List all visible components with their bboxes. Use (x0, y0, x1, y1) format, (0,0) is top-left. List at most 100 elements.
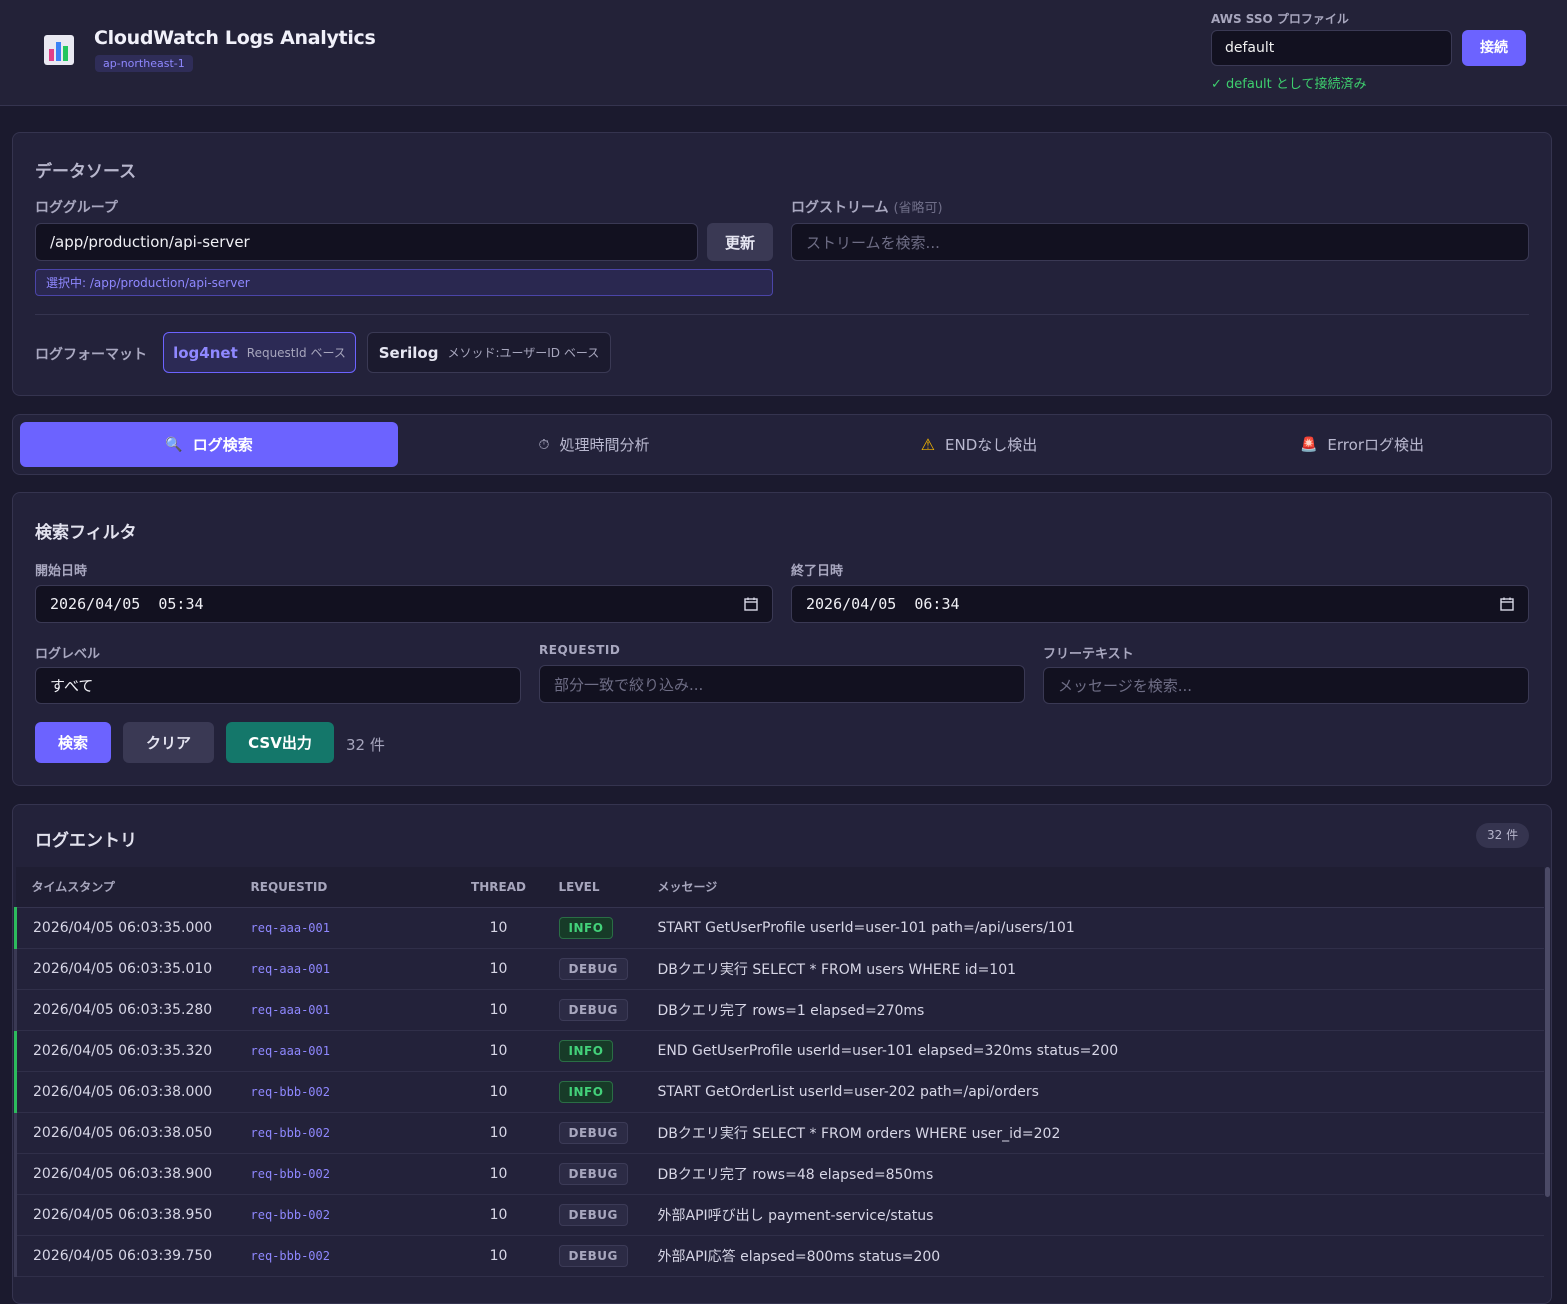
region-badge: ap-northeast-1 (95, 55, 193, 72)
level-badge: DEBUG (558, 1121, 628, 1144)
row-requestid[interactable]: req-bbb-002 (234, 1194, 455, 1236)
requestid-link[interactable]: req-aaa-001 (251, 962, 330, 976)
row-requestid[interactable]: req-aaa-001 (234, 948, 455, 990)
level-badge: INFO (558, 1039, 614, 1062)
row-thread: 10 (454, 1071, 543, 1113)
tab-error-log[interactable]: 🚨 Errorログ検出 (1173, 422, 1551, 467)
calendar-icon[interactable] (744, 597, 758, 611)
datasource-title: データソース (35, 162, 137, 182)
column-header-requestid[interactable]: REQUESTID (234, 867, 455, 908)
format-desc: RequestId ベース (246, 346, 346, 360)
row-thread: 10 (454, 1153, 543, 1195)
log-entries-count-badge: 32 件 (1476, 823, 1530, 848)
table-row[interactable]: 2026/04/05 06:03:39.750 req-bbb-002 10 DEBU… (14, 1235, 1544, 1277)
chart-logo-icon (44, 35, 74, 65)
requestid-link[interactable]: req-bbb-002 (251, 1208, 330, 1222)
row-level: DEBUG (542, 1153, 642, 1195)
calendar-icon[interactable] (1500, 597, 1514, 611)
requestid-input[interactable]: 部分一致で絞り込み... (539, 665, 1025, 703)
row-thread: 10 (454, 1030, 543, 1072)
search-filter-title: 検索フィルタ (35, 523, 137, 543)
table-scrollbar[interactable] (1545, 867, 1550, 1197)
tab-label: 処理時間分析 (559, 436, 650, 454)
row-thread: 10 (454, 948, 543, 990)
row-thread: 10 (454, 1235, 543, 1277)
log-entries-title: ログエントリ (35, 831, 137, 851)
tab-missing-end[interactable]: ⚠ ENDなし検出 (790, 422, 1168, 467)
requestid-link[interactable]: req-bbb-002 (251, 1167, 330, 1181)
app-title: CloudWatch Logs Analytics (94, 27, 376, 49)
row-thread: 10 (454, 907, 543, 949)
format-option-log4net[interactable]: log4net RequestId ベース (163, 332, 356, 373)
row-level: DEBUG (542, 948, 642, 990)
row-message: DBクエリ実行 SELECT * FROM orders WHERE user_… (641, 1112, 1544, 1154)
log-stream-placeholder: ストリームを検索... (806, 233, 940, 252)
column-header-level[interactable]: LEVEL (542, 867, 642, 908)
row-requestid[interactable]: req-aaa-001 (234, 1030, 455, 1072)
row-timestamp: 2026/04/05 06:03:38.050 (14, 1112, 235, 1154)
row-timestamp: 2026/04/05 06:03:39.750 (14, 1235, 235, 1277)
log-level-label: ログレベル (35, 647, 101, 662)
optional-note: (省略可) (893, 201, 943, 216)
row-level: DEBUG (542, 1194, 642, 1236)
tab-processing-time[interactable]: ⏱ 処理時間分析 (405, 422, 783, 467)
row-timestamp: 2026/04/05 06:03:38.000 (14, 1071, 235, 1113)
log-level-select[interactable]: すべて (35, 667, 521, 704)
table-row[interactable]: 2026/04/05 06:03:35.010 req-aaa-001 10 DEBU… (14, 948, 1544, 990)
table-row[interactable]: 2026/04/05 06:03:38.900 req-bbb-002 10 DEBU… (14, 1153, 1544, 1195)
stopwatch-icon: ⏱ (538, 436, 550, 453)
row-requestid[interactable]: req-bbb-002 (234, 1153, 455, 1195)
table-row[interactable]: 2026/04/05 06:03:35.280 req-aaa-001 10 DEBU… (14, 989, 1544, 1031)
clear-button[interactable]: クリア (123, 722, 214, 763)
column-header-thread[interactable]: THREAD (454, 867, 543, 908)
column-header-message[interactable]: メッセージ (641, 867, 1544, 908)
end-datetime-label: 終了日時 (791, 564, 844, 579)
search-button[interactable]: 検索 (35, 722, 111, 763)
end-datetime-input[interactable]: 2026/04/05 06:34 (791, 585, 1529, 623)
row-thread: 10 (454, 1112, 543, 1154)
row-requestid[interactable]: req-aaa-001 (234, 989, 455, 1031)
requestid-link[interactable]: req-bbb-002 (251, 1085, 330, 1099)
row-level: DEBUG (542, 1235, 642, 1277)
table-row[interactable]: 2026/04/05 06:03:38.000 req-bbb-002 10 INFO… (14, 1071, 1544, 1113)
connect-button[interactable]: 接続 (1462, 30, 1526, 66)
log-table-body: 2026/04/05 06:03:35.000 req-aaa-001 10 INFO… (14, 907, 1544, 1277)
row-message: 外部API応答 elapsed=800ms status=200 (641, 1235, 1544, 1277)
start-datetime-input[interactable]: 2026/04/05 05:34 (35, 585, 773, 623)
row-thread: 10 (454, 989, 543, 1031)
row-level: INFO (542, 907, 642, 949)
row-timestamp: 2026/04/05 06:03:35.320 (14, 1030, 235, 1072)
requestid-link[interactable]: req-bbb-002 (251, 1126, 330, 1140)
table-row[interactable]: 2026/04/05 06:03:38.050 req-bbb-002 10 DEBU… (14, 1112, 1544, 1154)
requestid-link[interactable]: req-bbb-002 (251, 1249, 330, 1263)
log-level-value: すべて (50, 677, 94, 695)
row-requestid[interactable]: req-bbb-002 (234, 1235, 455, 1277)
row-requestid[interactable]: req-bbb-002 (234, 1112, 455, 1154)
requestid-link[interactable]: req-aaa-001 (251, 1044, 330, 1058)
end-datetime-value: 2026/04/05 06:34 (806, 595, 960, 613)
log-group-input[interactable]: /app/production/api-server (35, 223, 698, 261)
csv-export-button[interactable]: CSV出力 (226, 722, 334, 763)
table-row[interactable]: 2026/04/05 06:03:38.950 req-bbb-002 10 DEBU… (14, 1194, 1544, 1236)
log-stream-search-input[interactable]: ストリームを検索... (791, 223, 1529, 261)
row-message: START GetOrderList userId=user-202 path=… (641, 1071, 1544, 1113)
search-filter-panel: 検索フィルタ 開始日時 2026/04/05 05:34 終了日時 2026/0… (12, 492, 1552, 786)
column-header-timestamp[interactable]: タイムスタンプ (15, 867, 235, 908)
tab-label: ENDなし検出 (945, 436, 1038, 454)
row-requestid[interactable]: req-aaa-001 (234, 907, 455, 949)
sso-profile-input[interactable]: default (1211, 30, 1452, 66)
tab-log-search[interactable]: 🔍 ログ検索 (20, 422, 398, 467)
row-level: DEBUG (542, 989, 642, 1031)
table-row[interactable]: 2026/04/05 06:03:35.000 req-aaa-001 10 INFO… (14, 907, 1544, 949)
table-row[interactable]: 2026/04/05 06:03:35.320 req-aaa-001 10 INFO… (14, 1030, 1544, 1072)
freetext-input[interactable]: メッセージを検索... (1043, 667, 1529, 704)
format-option-serilog[interactable]: Serilog メソッド:ユーザーID ベース (367, 332, 611, 373)
search-icon: 🔍 (165, 436, 183, 453)
level-badge: DEBUG (558, 998, 628, 1021)
requestid-link[interactable]: req-aaa-001 (251, 921, 330, 935)
row-requestid[interactable]: req-bbb-002 (234, 1071, 455, 1113)
refresh-button[interactable]: 更新 (707, 223, 773, 261)
row-level: INFO (542, 1030, 642, 1072)
requestid-link[interactable]: req-aaa-001 (251, 1003, 330, 1017)
log-stream-label: ログストリーム (省略可) (791, 200, 943, 216)
